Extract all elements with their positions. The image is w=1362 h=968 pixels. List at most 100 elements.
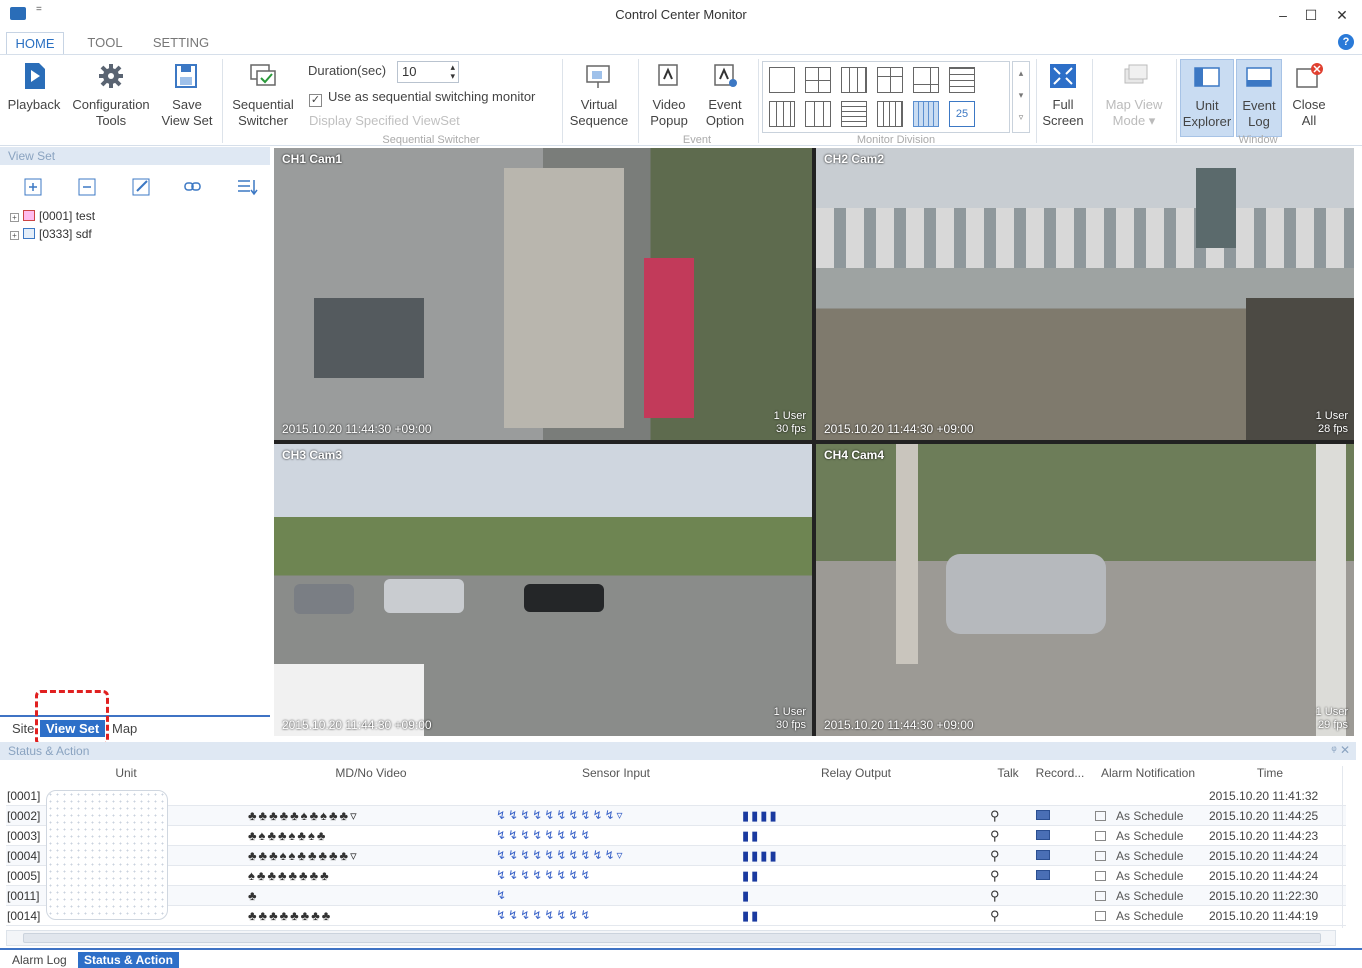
pane-controls[interactable]: ᵠ ✕ (1331, 743, 1350, 757)
camera-tile-3[interactable]: CH3 Cam3 2015.10.20 11:44:30 +09:00 1 Us… (274, 444, 812, 736)
expand-icon[interactable]: + (10, 213, 19, 222)
column-header-alarm[interactable]: Alarm Notification (1092, 766, 1204, 780)
configuration-tools-button[interactable]: Configuration Tools (66, 61, 156, 129)
division-25-button[interactable]: 25 (949, 101, 975, 127)
status-vertical-scrollbar[interactable] (1342, 766, 1354, 928)
division-6x6-button[interactable] (877, 101, 903, 127)
division-selected-button[interactable] (913, 101, 939, 127)
table-row[interactable]: [0014] ♣♣♣♣♣♣♣♣ ↯↯↯↯↯↯↯↯ ▮▮ ⚲ As Schedule 2015… (6, 906, 1346, 926)
tab-tool[interactable]: TOOL (80, 32, 130, 54)
ribbon-separator (638, 59, 639, 143)
add-viewset-button[interactable] (18, 173, 46, 199)
save-view-set-button[interactable]: Save View Set (158, 61, 216, 129)
division-1plus5-button[interactable] (877, 67, 903, 93)
duration-spinner[interactable]: 10 ▴ ▾ (397, 61, 459, 83)
record-icon[interactable] (1036, 810, 1050, 820)
record-icon[interactable] (1036, 850, 1050, 860)
division-3col-button[interactable] (805, 101, 831, 127)
tab-home[interactable]: HOME (6, 32, 64, 54)
table-row[interactable]: [0001] 2015.10.20 11:41:32 (6, 786, 1346, 806)
column-header-time[interactable]: Time (1250, 766, 1290, 780)
use-sequential-checkbox[interactable]: ✓ Use as sequential switching monitor (309, 89, 535, 107)
remove-viewset-button[interactable] (72, 173, 100, 199)
alarm-notification-icon[interactable] (1095, 851, 1106, 861)
column-header-relay[interactable]: Relay Output (806, 766, 906, 780)
record-icon[interactable] (1036, 870, 1050, 880)
video-popup-button[interactable]: Video Popup (644, 61, 694, 129)
playback-button[interactable]: Playback (4, 61, 64, 113)
tree-item[interactable]: + [0001] test (10, 207, 95, 225)
monitor-division-scroll[interactable]: ▴ ▾ ▿ (1012, 61, 1030, 133)
sort-viewset-button[interactable] (232, 173, 260, 199)
checkbox-checked-icon[interactable]: ✓ (309, 94, 322, 107)
maximize-button[interactable]: ☐ (1299, 5, 1323, 25)
alarm-notification-icon[interactable] (1095, 871, 1106, 881)
alarm-notification[interactable]: As Schedule (1116, 829, 1183, 843)
talk-icon[interactable]: ⚲ (990, 848, 1000, 864)
display-specified-viewset-option[interactable]: Display Specified ViewSet (309, 113, 460, 128)
record-icon[interactable] (1036, 830, 1050, 840)
division-5x5-button[interactable] (841, 101, 867, 127)
sensor-status-icons: ↯↯↯↯↯↯↯↯ (496, 908, 593, 922)
camera-scene (1316, 444, 1346, 736)
alarm-notification-icon[interactable] (1095, 811, 1106, 821)
table-row[interactable]: [0004] ♣♣♣♠♠♣♣♣♣♣▿ ↯↯↯↯↯↯↯↯↯↯▿ ▮▮▮▮ ⚲ As Sche… (6, 846, 1346, 866)
alarm-notification[interactable]: As Schedule (1116, 809, 1183, 823)
table-row[interactable]: [0011] ♣ ↯ ▮ ⚲ As Schedule 2015.10.20 11:22:30 (6, 886, 1346, 906)
tab-map[interactable]: Map (112, 720, 137, 737)
tab-setting[interactable]: SETTING (148, 32, 214, 54)
event-log-button[interactable]: Event Log (1236, 59, 1282, 137)
tab-site[interactable]: Site (12, 720, 34, 737)
expand-icon[interactable]: ▿ (1013, 106, 1029, 128)
spinner-arrows-icon[interactable]: ▴ ▾ (450, 63, 455, 81)
division-3x3-button[interactable] (841, 67, 867, 93)
sequential-switcher-button[interactable]: Sequential Switcher (228, 61, 298, 129)
column-header-unit[interactable]: Unit (106, 766, 146, 780)
edit-viewset-button[interactable] (126, 173, 154, 199)
alarm-notification-icon[interactable] (1095, 911, 1106, 921)
column-header-md[interactable]: MD/No Video (316, 766, 426, 780)
unit-explorer-button[interactable]: Unit Explorer (1180, 59, 1234, 137)
camera-tile-2[interactable]: CH2 Cam2 2015.10.20 11:44:30 +09:00 1 Us… (816, 148, 1354, 440)
talk-icon[interactable]: ⚲ (990, 908, 1000, 924)
scroll-thumb[interactable] (23, 933, 1321, 943)
scroll-up-icon[interactable]: ▴ (1013, 62, 1029, 84)
link-viewset-button[interactable] (178, 173, 206, 199)
camera-tile-4[interactable]: CH4 Cam4 2015.10.20 11:44:30 +09:00 1 Us… (816, 444, 1354, 736)
full-screen-button[interactable]: Full Screen (1040, 61, 1086, 129)
talk-icon[interactable]: ⚲ (990, 868, 1000, 884)
column-header-record[interactable]: Record... (1032, 766, 1088, 780)
map-view-mode-button[interactable]: Map View Mode ▾ (1098, 61, 1170, 129)
alarm-notification[interactable]: As Schedule (1116, 909, 1183, 923)
talk-icon[interactable]: ⚲ (990, 828, 1000, 844)
alarm-notification[interactable]: As Schedule (1116, 889, 1183, 903)
virtual-sequence-button[interactable]: Virtual Sequence (566, 61, 632, 129)
tree-item[interactable]: + [0333] sdf (10, 225, 95, 243)
event-option-button[interactable]: Event Option (698, 61, 752, 129)
table-row[interactable]: [0005] ♠♣♣♣♣♣♣♣ ↯↯↯↯↯↯↯↯ ▮▮ ⚲ As Schedule 2015… (6, 866, 1346, 886)
table-row[interactable]: [0003] ♣♠♣♣♠♣♠♣ ↯↯↯↯↯↯↯↯ ▮▮ ⚲ As Schedule 2015… (6, 826, 1346, 846)
division-2x2-button[interactable] (805, 67, 831, 93)
division-1plus7-button[interactable] (913, 67, 939, 93)
alarm-notification[interactable]: As Schedule (1116, 849, 1183, 863)
alarm-notification-icon[interactable] (1095, 831, 1106, 841)
division-1x1-button[interactable] (769, 67, 795, 93)
division-4x4-button[interactable] (949, 67, 975, 93)
talk-icon[interactable]: ⚲ (990, 888, 1000, 904)
column-header-sensor[interactable]: Sensor Input (566, 766, 666, 780)
row-unit: [0011] (7, 889, 40, 903)
camera-tile-1[interactable]: CH1 Cam1 2015.10.20 11:44:30 +09:00 1 Us… (274, 148, 812, 440)
scroll-down-icon[interactable]: ▾ (1013, 84, 1029, 106)
expand-icon[interactable]: + (10, 231, 19, 240)
table-row[interactable]: [0002] ♣♣♣♣♣♠♣♠♣♣▿ ↯↯↯↯↯↯↯↯↯↯▿ ▮▮▮▮ ⚲ As Sche… (6, 806, 1346, 826)
help-icon[interactable]: ? (1338, 34, 1354, 50)
alarm-notification-icon[interactable] (1095, 891, 1106, 901)
minimize-button[interactable]: – (1271, 5, 1295, 25)
close-window-button[interactable]: ✕ (1330, 5, 1354, 25)
division-1plus12-button[interactable] (769, 101, 795, 127)
status-horizontal-scrollbar[interactable] (6, 930, 1336, 946)
alarm-notification[interactable]: As Schedule (1116, 869, 1183, 883)
close-all-button[interactable]: Close All (1286, 61, 1332, 129)
talk-icon[interactable]: ⚲ (990, 808, 1000, 824)
column-header-talk[interactable]: Talk (992, 766, 1024, 780)
